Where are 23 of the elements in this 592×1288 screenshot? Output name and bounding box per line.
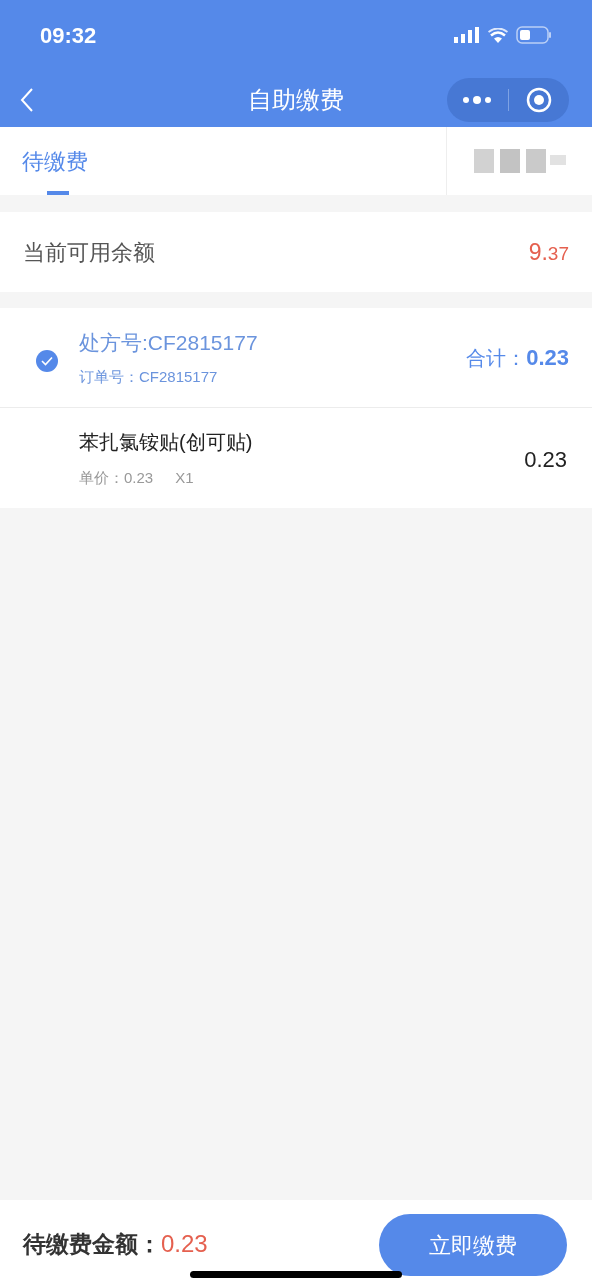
more-icon [462, 94, 493, 105]
prescription-total: 合计：0.23 [466, 344, 569, 372]
prescription-number: 处方号:CF2815177 [79, 329, 259, 356]
wifi-icon [488, 27, 508, 43]
status-time: 09:32 [40, 21, 97, 50]
pay-button[interactable]: 立即缴费 [379, 1214, 567, 1276]
target-icon [525, 86, 552, 113]
due-label: 待缴费金额： [23, 1229, 161, 1259]
back-icon [20, 86, 34, 113]
balance-amount: 9.37 [528, 237, 569, 267]
medicine-amount: 0.23 [524, 445, 567, 474]
signal-icon [454, 27, 480, 43]
checkbox[interactable] [36, 349, 58, 372]
due-amount: 0.23 [161, 1229, 208, 1259]
medicine-name: 苯扎氯铵贴(创可贴) [79, 429, 254, 455]
unit-price: 单价：0.23 [79, 467, 154, 488]
battery-icon [516, 26, 552, 44]
page-title: 自助缴费 [248, 84, 344, 115]
balance-label: 当前可用余额 [23, 238, 155, 267]
tab-indicator [47, 191, 69, 195]
quantity: X1 [175, 467, 194, 488]
order-number: 订单号：CF2815177 [79, 367, 219, 387]
check-icon [41, 355, 53, 366]
